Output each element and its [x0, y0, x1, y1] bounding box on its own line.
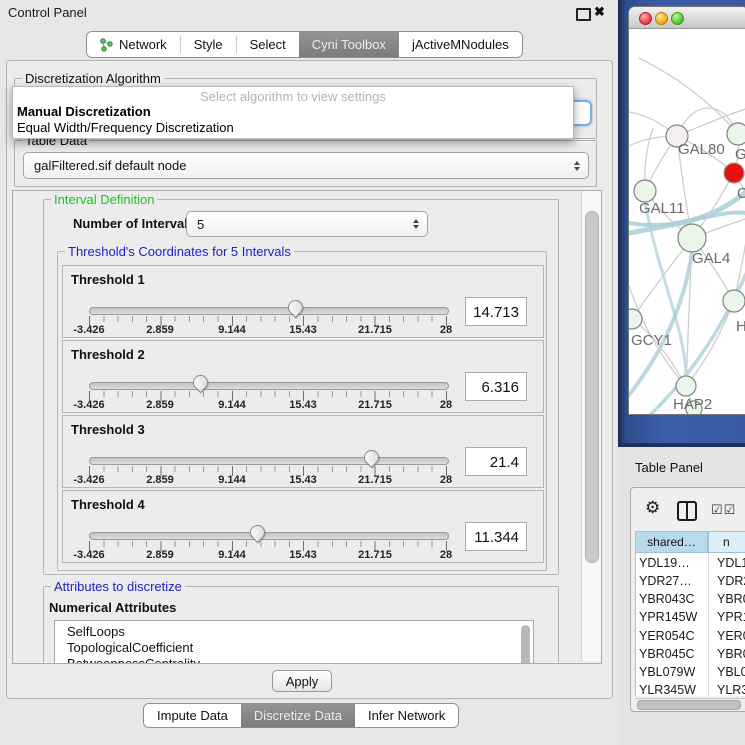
- threshold-2-slider[interactable]: [89, 382, 449, 390]
- combo-stepper-icon: [413, 219, 427, 229]
- vertical-scrollbar[interactable]: [581, 191, 601, 661]
- combo-stepper-icon: [574, 161, 588, 171]
- tab-discretize-data[interactable]: Discretize Data: [241, 704, 355, 727]
- node-gal11[interactable]: [634, 180, 656, 202]
- node-label-gcy1: GCY1: [631, 332, 672, 349]
- vertical-scrollbar-thumb[interactable]: [585, 211, 599, 563]
- numerical-attributes-label: Numerical Attributes: [49, 600, 176, 615]
- table-row[interactable]: YBR043CYBR0: [635, 590, 745, 608]
- column-header-name[interactable]: n: [708, 531, 745, 553]
- minimize-button[interactable]: [655, 12, 668, 25]
- network-window-titlebar[interactable]: [629, 7, 745, 29]
- node-label-g-cut: G: [735, 146, 745, 163]
- number-of-intervals-label: Number of Intervals: [73, 216, 195, 231]
- list-item[interactable]: SelfLoops: [67, 624, 125, 639]
- table-data-combobox[interactable]: galFiltered.sif default node: [23, 152, 589, 179]
- node-h[interactable]: [723, 290, 745, 312]
- threshold-4-slider[interactable]: [89, 532, 449, 540]
- network-icon: [100, 38, 113, 52]
- number-of-intervals-combobox[interactable]: 5: [186, 211, 428, 237]
- horizontal-scrollbar-thumb[interactable]: [637, 700, 741, 710]
- node-label-hap2: HAP2: [673, 396, 712, 413]
- threshold-3-panel: Threshold 3 -3.426 2.859 9.144 15.43 21.…: [62, 415, 544, 488]
- table-row[interactable]: YDR27…YDR2: [635, 572, 745, 590]
- node-gal4[interactable]: [678, 224, 706, 252]
- apply-button[interactable]: Apply: [272, 670, 332, 692]
- slider-ticks: [89, 466, 448, 476]
- table-panel-window: Table Panel ⚙ ☑☑ shared… n YDL19…YDL1 YD…: [618, 447, 745, 745]
- column-header-shared-name[interactable]: shared…: [635, 531, 708, 553]
- close-icon[interactable]: ✖: [594, 4, 605, 20]
- list-scrollbar[interactable]: [521, 625, 530, 664]
- table-row[interactable]: YDL19…YDL1: [635, 554, 745, 572]
- slider-ticks: [89, 316, 448, 326]
- threshold-2-panel: Threshold 2 -3.426 2.859 9.144 15.43 21.…: [62, 340, 544, 413]
- settings-scroll-area: Interval Definition Number of Intervals …: [12, 190, 602, 664]
- table-row[interactable]: YBR045CYBR0: [635, 645, 745, 663]
- network-view-window: GAL80 G C GAL11 GAL4 GCY1 H HAP2: [628, 6, 745, 415]
- threshold-3-value-field[interactable]: 21.4: [465, 447, 527, 476]
- list-item[interactable]: BetweennessCentrality: [67, 656, 200, 664]
- tab-impute-data[interactable]: Impute Data: [144, 704, 241, 727]
- algorithm-dropdown-popup: Select algorithm to view settings Manual…: [12, 86, 574, 139]
- slider-ticks: [89, 391, 448, 401]
- horizontal-scrollbar[interactable]: [635, 698, 745, 710]
- node-label-c-cut: C: [737, 185, 745, 202]
- tab-jactivemnodules[interactable]: jActiveMNodules: [399, 32, 522, 57]
- table-row[interactable]: YER054CYER0: [635, 627, 745, 645]
- float-window-icon[interactable]: [576, 8, 591, 21]
- tab-infer-network[interactable]: Infer Network: [355, 704, 458, 727]
- threshold-1-value-field[interactable]: 14.713: [465, 297, 527, 326]
- threshold-3-slider[interactable]: [89, 457, 449, 465]
- group-title: Attributes to discretize: [51, 579, 185, 594]
- node-hap2[interactable]: [676, 376, 696, 396]
- tab-select[interactable]: Select: [237, 32, 299, 57]
- group-title: Interval Definition: [51, 192, 157, 207]
- gear-icon[interactable]: ⚙: [645, 498, 660, 518]
- node-label-gal11: GAL11: [639, 200, 685, 217]
- dropdown-option-equal-width[interactable]: Equal Width/Frequency Discretization: [17, 120, 234, 135]
- list-item[interactable]: TopologicalCoefficient: [67, 640, 193, 655]
- threshold-1-slider[interactable]: [89, 307, 449, 315]
- table-row[interactable]: YPR145WYPR1: [635, 608, 745, 626]
- tab-style[interactable]: Style: [181, 32, 236, 57]
- group-title: Threshold's Coordinates for 5 Intervals: [65, 244, 294, 259]
- threshold-2-value-field[interactable]: 6.316: [465, 372, 527, 401]
- node-label-h-cut: H: [736, 318, 745, 335]
- thresholds-group: Threshold's Coordinates for 5 Intervals …: [57, 251, 547, 571]
- top-tab-bar: Network Style Select Cyni Toolbox jActiv…: [86, 31, 523, 58]
- threshold-4-value-field[interactable]: 11.344: [465, 522, 527, 551]
- numerical-attributes-list[interactable]: SelfLoops TopologicalCoefficient Between…: [54, 620, 534, 664]
- dropdown-option-manual-discretization[interactable]: Manual Discretization: [17, 104, 151, 119]
- network-canvas[interactable]: GAL80 G C GAL11 GAL4 GCY1 H HAP2: [629, 28, 745, 414]
- window-title: Control Panel: [8, 5, 87, 20]
- split-view-divider: [686, 503, 688, 519]
- node-selected-red[interactable]: [724, 163, 744, 183]
- bottom-tab-bar: Impute Data Discretize Data Infer Networ…: [143, 703, 459, 728]
- select-columns-icon[interactable]: ☑☑: [711, 502, 736, 518]
- node-label-gal80: GAL80: [678, 141, 725, 158]
- tab-network[interactable]: Network: [87, 32, 180, 57]
- table-row[interactable]: YBL079WYBL0: [635, 663, 745, 681]
- node-label-gal4: GAL4: [692, 250, 730, 267]
- attributes-group: Attributes to discretize Numerical Attri…: [43, 586, 559, 664]
- group-title: Discretization Algorithm: [22, 71, 164, 86]
- threshold-4-panel: Threshold 4 -3.426 2.859 9.144 15.43 21.…: [62, 490, 544, 563]
- table-panel: ⚙ ☑☑ shared… n YDL19…YDL1 YDR27…YDR2 YBR…: [630, 487, 745, 712]
- control-panel-window: Control Panel ✖ Network Style Select Cyn…: [0, 0, 619, 745]
- threshold-1-panel: Threshold 1 -3.426 2.859 9.144 15.43 21.…: [62, 265, 544, 338]
- dropdown-hint: Select algorithm to view settings: [13, 89, 573, 104]
- close-button[interactable]: [639, 12, 652, 25]
- table-data-group: Table Data galFiltered.sif default node: [14, 140, 597, 187]
- zoom-button[interactable]: [671, 12, 684, 25]
- tab-cyni-toolbox[interactable]: Cyni Toolbox: [299, 32, 399, 57]
- table-panel-title: Table Panel: [635, 460, 703, 475]
- split-view-icon[interactable]: [677, 501, 697, 521]
- node-top-right[interactable]: [727, 123, 745, 145]
- screen: Control Panel ✖ Network Style Select Cyn…: [0, 0, 745, 745]
- slider-ticks: [89, 541, 448, 551]
